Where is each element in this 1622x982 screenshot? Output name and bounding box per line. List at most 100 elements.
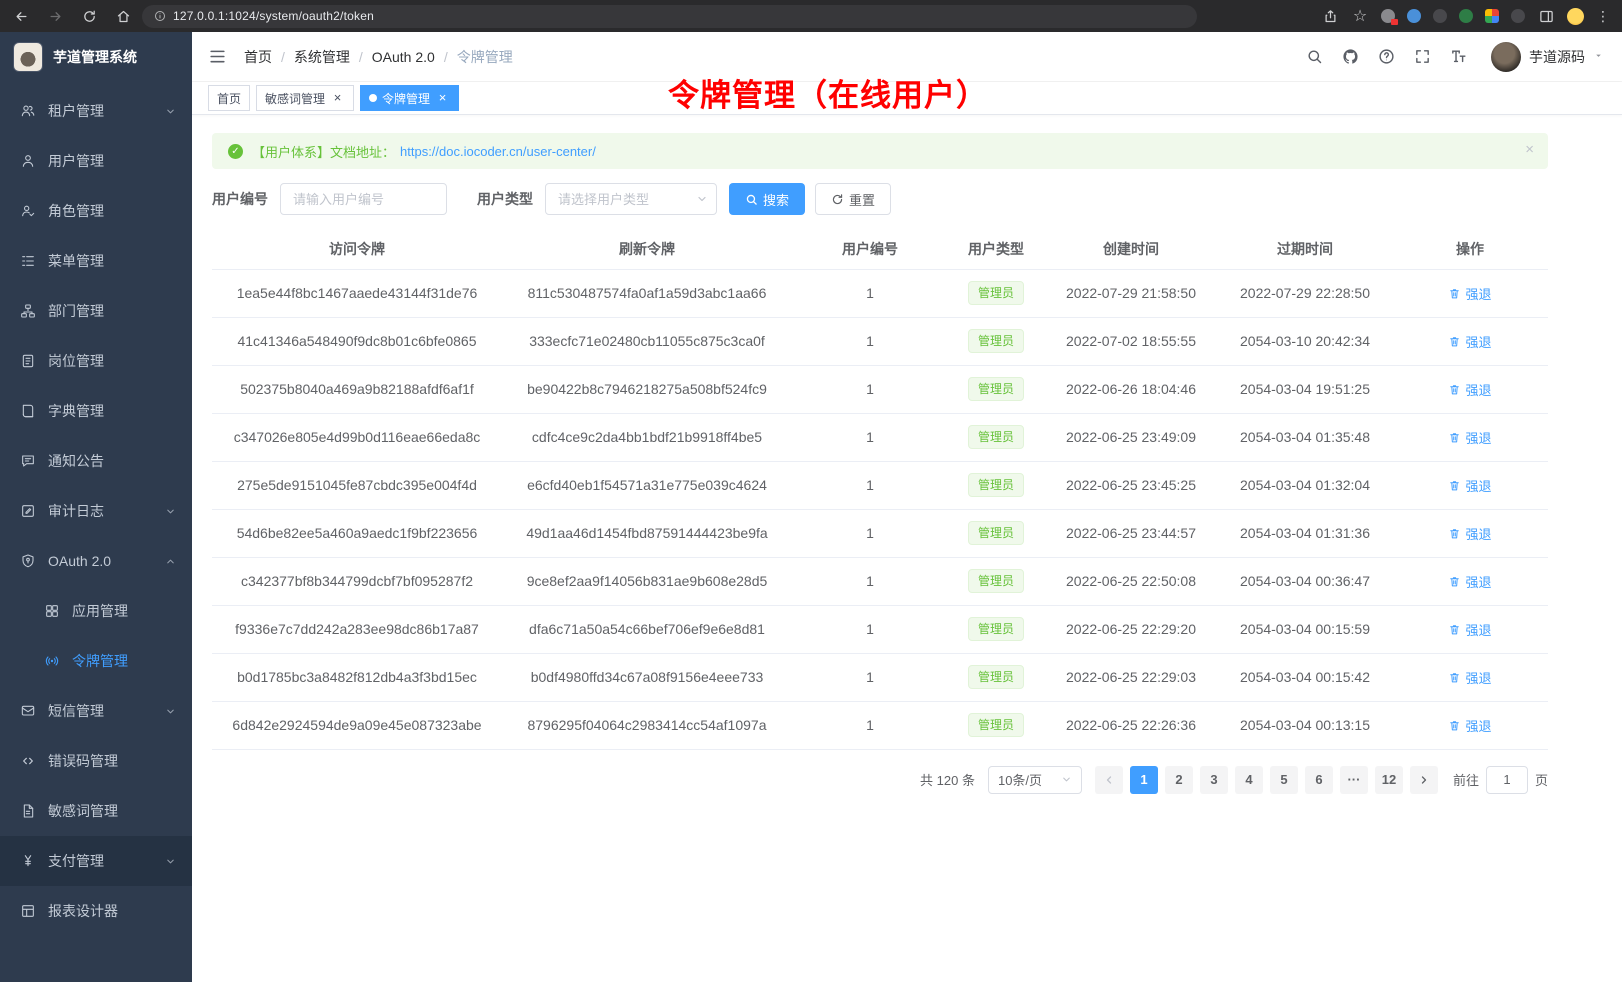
- breadcrumb-home[interactable]: 首页: [244, 47, 272, 67]
- sidebar-item-post[interactable]: 岗位管理: [0, 336, 192, 386]
- page-size-select[interactable]: 10条/页: [988, 766, 1082, 794]
- cell-expire-time: 2054-03-04 00:15:59: [1218, 605, 1392, 653]
- browser-menu-icon[interactable]: ⋮: [1596, 8, 1610, 25]
- sidebar-item-error-code[interactable]: 错误码管理: [0, 736, 192, 786]
- search-button[interactable]: 搜索: [729, 183, 805, 215]
- next-page-button[interactable]: [1410, 766, 1438, 794]
- tab-sensitive-word[interactable]: 敏感词管理×: [256, 85, 354, 111]
- user-type-badge: 管理员: [968, 569, 1024, 593]
- force-logout-button[interactable]: 强退: [1448, 524, 1491, 543]
- page-number-button[interactable]: 12: [1375, 766, 1403, 794]
- close-icon[interactable]: ×: [435, 91, 450, 106]
- extension-icon-blue[interactable]: [1407, 9, 1421, 23]
- page-number-button[interactable]: 5: [1270, 766, 1298, 794]
- chevron-down-icon: [165, 506, 176, 517]
- back-icon[interactable]: [12, 7, 30, 25]
- font-size-icon[interactable]: [1449, 47, 1468, 66]
- site-info-icon[interactable]: [154, 10, 166, 22]
- chevron-left-icon: [1103, 774, 1115, 786]
- extension-badge: [1391, 19, 1398, 25]
- sidebar-item-notice[interactable]: 通知公告: [0, 436, 192, 486]
- user-id-input[interactable]: [280, 183, 447, 215]
- app-logo-area[interactable]: 芋道管理系统: [0, 32, 192, 82]
- force-logout-button[interactable]: 强退: [1448, 428, 1491, 447]
- sidebar-item-report-designer[interactable]: 报表设计器: [0, 886, 192, 936]
- github-icon[interactable]: [1341, 47, 1360, 66]
- table-row: c347026e805e4d99b0d116eae66eda8c cdfc4ce…: [212, 413, 1548, 461]
- force-logout-button[interactable]: 强退: [1448, 572, 1491, 591]
- user-type-label: 用户类型: [477, 189, 533, 209]
- force-logout-button[interactable]: 强退: [1448, 476, 1491, 495]
- sidebar-item-tenant[interactable]: 租户管理: [0, 86, 192, 136]
- table-row: 502375b8040a469a9b82188afdf6af1f be90422…: [212, 365, 1548, 413]
- sidebar-item-oauth[interactable]: OAuth 2.0: [0, 536, 192, 586]
- breadcrumb-oauth[interactable]: OAuth 2.0: [350, 49, 435, 65]
- breadcrumb: 首页 系统管理 OAuth 2.0 令牌管理: [244, 47, 513, 67]
- hamburger-icon[interactable]: [208, 47, 228, 67]
- goto-page-input[interactable]: [1486, 766, 1528, 794]
- force-logout-button[interactable]: 强退: [1448, 716, 1491, 735]
- alert-close-icon[interactable]: ×: [1525, 142, 1534, 157]
- extension-icon-dark-2[interactable]: [1511, 9, 1525, 23]
- token-table: 访问令牌 刷新令牌 用户编号 用户类型 创建时间 过期时间 操作 1ea5: [212, 229, 1548, 750]
- sidebar-item-dept[interactable]: 部门管理: [0, 286, 192, 336]
- goto-suffix: 页: [1535, 770, 1548, 789]
- sidebar-item-role[interactable]: 角色管理: [0, 186, 192, 236]
- extension-icon-red-badge[interactable]: [1381, 9, 1395, 23]
- sidebar-item-oauth-token[interactable]: 令牌管理: [0, 636, 192, 686]
- browser-profile-avatar[interactable]: [1567, 8, 1584, 25]
- sidebar-item-menu[interactable]: 菜单管理: [0, 236, 192, 286]
- sidebar-item-user[interactable]: 用户管理: [0, 136, 192, 186]
- browser-chrome: 127.0.0.1:1024/system/oauth2/token ☆ ⋮: [0, 0, 1622, 32]
- sidebar-item-sms[interactable]: 短信管理: [0, 686, 192, 736]
- page-number-button[interactable]: ···: [1340, 766, 1368, 794]
- force-logout-button[interactable]: 强退: [1448, 668, 1491, 687]
- reload-icon[interactable]: [80, 7, 98, 25]
- extension-icon-green[interactable]: [1459, 9, 1473, 23]
- home-icon[interactable]: [114, 7, 132, 25]
- force-logout-button[interactable]: 强退: [1448, 380, 1491, 399]
- share-icon[interactable]: [1321, 7, 1339, 25]
- user-type-input[interactable]: [545, 183, 717, 215]
- cell-access-token: b0d1785bc3a8482f812db4a3f3bd15ec: [212, 653, 502, 701]
- address-bar[interactable]: 127.0.0.1:1024/system/oauth2/token: [142, 5, 1197, 28]
- fullscreen-icon[interactable]: [1413, 47, 1432, 66]
- prev-page-button[interactable]: [1095, 766, 1123, 794]
- side-panel-icon[interactable]: [1537, 7, 1555, 25]
- close-icon[interactable]: ×: [330, 91, 345, 106]
- sidebar-item-audit-log[interactable]: 审计日志: [0, 486, 192, 536]
- layout-icon: [20, 903, 36, 919]
- search-icon[interactable]: [1305, 47, 1324, 66]
- sidebar-item-pay[interactable]: 支付管理: [0, 836, 192, 886]
- sidebar-item-oauth-app[interactable]: 应用管理: [0, 586, 192, 636]
- force-logout-button[interactable]: 强退: [1448, 620, 1491, 639]
- force-logout-button[interactable]: 强退: [1448, 332, 1491, 351]
- page-number-button[interactable]: 1: [1130, 766, 1158, 794]
- tab-home[interactable]: 首页: [208, 85, 250, 111]
- extension-icon-dark[interactable]: [1433, 9, 1447, 23]
- tab-token[interactable]: 令牌管理×: [360, 85, 459, 111]
- user-type-badge: 管理员: [968, 425, 1024, 449]
- user-type-select[interactable]: [545, 183, 717, 215]
- reset-button[interactable]: 重置: [815, 183, 891, 215]
- cell-refresh-token: be90422b8c7946218275a508bf524fc9: [502, 365, 792, 413]
- delete-icon: [1448, 623, 1461, 636]
- bookmark-star-icon[interactable]: ☆: [1351, 7, 1369, 25]
- page-number-button[interactable]: 4: [1235, 766, 1263, 794]
- chevron-up-icon: [165, 556, 176, 567]
- cell-user-id: 1: [792, 557, 948, 605]
- breadcrumb-system[interactable]: 系统管理: [272, 47, 350, 67]
- sidebar-item-dict[interactable]: 字典管理: [0, 386, 192, 436]
- force-logout-button[interactable]: 强退: [1448, 284, 1491, 303]
- delete-icon: [1448, 479, 1461, 492]
- page-number-button[interactable]: 6: [1305, 766, 1333, 794]
- extensions-puzzle-icon[interactable]: [1485, 9, 1499, 23]
- user-menu[interactable]: 芋道源码: [1491, 42, 1604, 72]
- sidebar-item-sensitive-word[interactable]: 敏感词管理: [0, 786, 192, 836]
- forward-icon[interactable]: [46, 7, 64, 25]
- help-icon[interactable]: [1377, 47, 1396, 66]
- user-id-field: [280, 183, 447, 215]
- page-number-button[interactable]: 3: [1200, 766, 1228, 794]
- doc-link[interactable]: https://doc.iocoder.cn/user-center/: [400, 144, 596, 159]
- page-number-button[interactable]: 2: [1165, 766, 1193, 794]
